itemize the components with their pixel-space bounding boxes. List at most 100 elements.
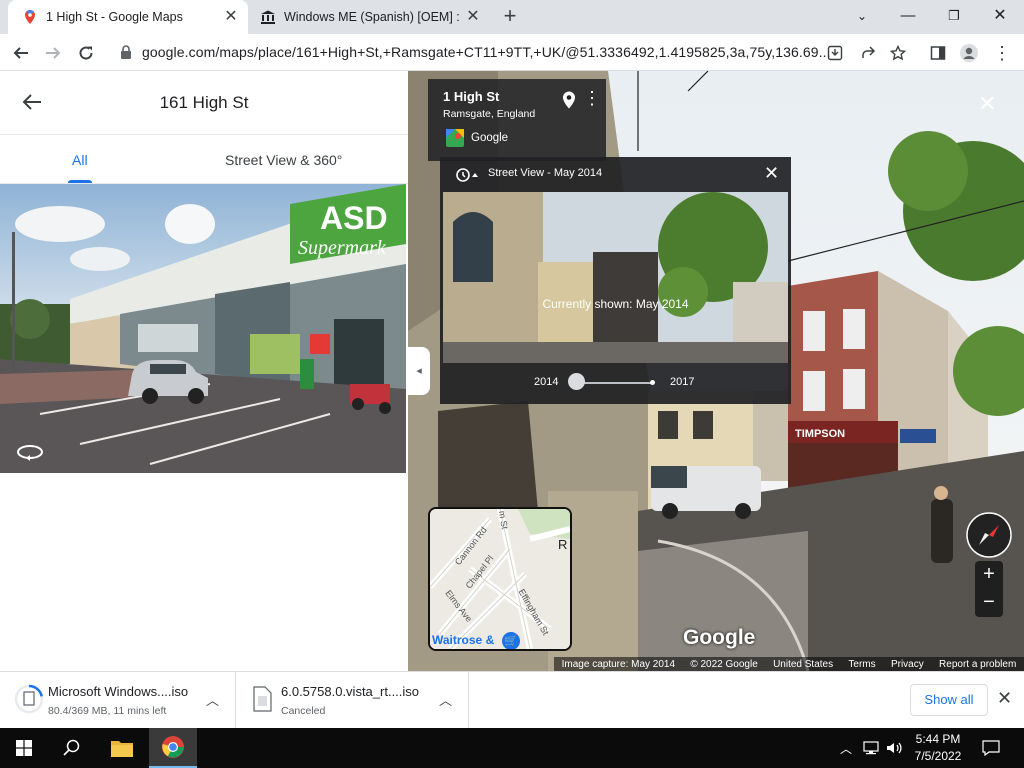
chrome-icon bbox=[162, 736, 184, 758]
terms-link[interactable]: Terms bbox=[848, 659, 875, 670]
region-link[interactable]: United States bbox=[773, 659, 833, 670]
zoom-in-button[interactable]: + bbox=[975, 561, 1003, 589]
place-subtitle: Ramsgate, England bbox=[443, 108, 536, 120]
map-edge-label: R bbox=[558, 537, 568, 552]
tab-strip: 1 High St - Google Maps ✕ Windows ME (Sp… bbox=[0, 0, 1024, 34]
download-filename: Microsoft Windows....iso bbox=[48, 684, 189, 699]
chrome-taskbar-button[interactable] bbox=[149, 728, 197, 768]
year-slider-thumb[interactable] bbox=[568, 373, 585, 390]
year-slider-end-dot[interactable] bbox=[650, 380, 655, 385]
arrow-left-icon bbox=[13, 47, 28, 59]
download-item[interactable]: Microsoft Windows....iso 80.4/369 MB, 11… bbox=[0, 672, 236, 728]
history-clock-icon[interactable] bbox=[454, 167, 482, 183]
tab-all[interactable]: All bbox=[72, 152, 88, 168]
show-all-downloads-button[interactable]: Show all bbox=[910, 684, 988, 716]
taskbar-clock[interactable]: 5:44 PM 7/5/2022 bbox=[902, 731, 974, 765]
windows-logo-icon bbox=[16, 740, 32, 756]
street-view-footer: Image capture: May 2014 © 2022 Google Un… bbox=[554, 657, 1024, 671]
close-tab-icon[interactable]: ✕ bbox=[464, 8, 482, 26]
clock-time: 5:44 PM bbox=[915, 732, 961, 746]
restore-button[interactable]: ❐ bbox=[934, 4, 974, 28]
windows-taskbar: ︿ 5:44 PM 7/5/2022 bbox=[0, 728, 1024, 768]
download-item[interactable]: 6.0.5758.0.vista_rt....iso Canceled ︿ bbox=[237, 672, 469, 728]
tab-street-view-360[interactable]: Street View & 360° bbox=[225, 152, 342, 168]
forward-button[interactable] bbox=[40, 40, 66, 66]
close-time-machine-button[interactable]: ✕ bbox=[764, 163, 779, 184]
mini-map[interactable]: Cannon Rd Chapel Pl Elms Ave Effingham S… bbox=[428, 507, 572, 651]
time-machine-label: Street View - May 2014 bbox=[488, 167, 603, 179]
network-icon[interactable] bbox=[860, 728, 882, 768]
poi-label: Waitrose & bbox=[432, 633, 495, 647]
download-status: Canceled bbox=[281, 705, 326, 717]
show-hidden-icons-chevron-icon[interactable]: ︿ bbox=[836, 728, 856, 768]
currently-shown-label: Currently shown: May 2014 bbox=[542, 297, 689, 311]
collapse-panel-button[interactable]: ◂ bbox=[408, 347, 430, 395]
image-capture-date: Image capture: May 2014 bbox=[561, 658, 676, 670]
tab-title: Windows ME (Spanish) [OEM] : M bbox=[284, 10, 464, 24]
search-button[interactable] bbox=[48, 728, 96, 768]
close-downloads-bar-icon[interactable]: ✕ bbox=[997, 688, 1012, 709]
browser-menu-icon[interactable]: ⋮ bbox=[989, 40, 1015, 66]
compass-icon[interactable] bbox=[965, 511, 1013, 559]
privacy-link[interactable]: Privacy bbox=[891, 659, 924, 670]
reload-icon bbox=[79, 46, 93, 60]
panel-title: 161 High St bbox=[159, 93, 249, 112]
download-status: 80.4/369 MB, 11 mins left bbox=[48, 705, 167, 717]
side-panel-icon bbox=[930, 46, 946, 60]
archive-building-icon bbox=[261, 10, 275, 24]
time-machine-panel: Street View - May 2014 ✕ Currently shown… bbox=[440, 157, 791, 404]
photo-tabs: All Street View & 360° bbox=[0, 134, 408, 184]
svg-text:Supermark: Supermark bbox=[298, 237, 387, 259]
new-tab-button[interactable]: + bbox=[499, 5, 521, 28]
place-panel: 161 High St All Street View & 360° ASD S… bbox=[0, 71, 408, 671]
year-start-label: 2014 bbox=[534, 376, 559, 388]
download-progress-icon bbox=[14, 684, 44, 714]
downloads-bar: Microsoft Windows....iso 80.4/369 MB, 11… bbox=[0, 671, 1024, 728]
report-problem-link[interactable]: Report a problem bbox=[939, 659, 1016, 670]
street-view-photo[interactable]: ASD Supermark bbox=[0, 184, 406, 473]
start-button[interactable] bbox=[0, 728, 48, 768]
asda-sign-text: ASD bbox=[320, 200, 388, 236]
address-bar[interactable]: google.com/maps/place/161+High+St,+Ramsg… bbox=[110, 38, 918, 67]
street-view-place-card: 1 High St Ramsgate, England ⋮ Google bbox=[428, 79, 606, 161]
street-view-pane[interactable]: TIMPSON ✕ 1 High St Ramsgate, England ⋮ bbox=[408, 71, 1024, 671]
clock-date: 7/5/2022 bbox=[914, 749, 962, 763]
notification-icon bbox=[982, 740, 1000, 756]
chevron-up-icon[interactable]: ︿ bbox=[439, 690, 452, 709]
more-options-icon[interactable]: ⋮ bbox=[583, 89, 601, 107]
place-name: 1 High St bbox=[443, 89, 500, 104]
tab-search-chevron-icon[interactable]: ⌄ bbox=[842, 4, 882, 28]
file-explorer-button[interactable] bbox=[98, 728, 146, 768]
download-icon bbox=[827, 45, 843, 61]
browser-tab-maps[interactable]: 1 High St - Google Maps ✕ bbox=[8, 0, 248, 34]
tab-title: 1 High St - Google Maps bbox=[46, 10, 183, 24]
browser-tab-windows-me[interactable]: Windows ME (Spanish) [OEM] : M ✕ bbox=[250, 0, 490, 34]
back-button[interactable] bbox=[8, 40, 34, 66]
star-icon bbox=[890, 45, 906, 61]
chevron-up-icon[interactable]: ︿ bbox=[206, 690, 219, 709]
file-icon bbox=[253, 686, 272, 712]
preview-photo-image bbox=[443, 192, 788, 363]
browser-toolbar: google.com/maps/place/161+High+St,+Ramsg… bbox=[0, 34, 1024, 71]
notifications-button[interactable] bbox=[976, 728, 1006, 768]
folder-icon bbox=[111, 741, 133, 757]
profile-button[interactable] bbox=[956, 40, 982, 66]
year-slider-track[interactable] bbox=[576, 382, 652, 384]
source-label: Google bbox=[471, 132, 509, 144]
close-tab-icon[interactable]: ✕ bbox=[222, 8, 240, 26]
share-button[interactable] bbox=[855, 40, 881, 66]
time-machine-preview bbox=[443, 192, 788, 363]
close-window-button[interactable]: ✕ bbox=[980, 4, 1020, 28]
minimize-button[interactable]: — bbox=[888, 4, 928, 28]
active-tab-indicator bbox=[68, 180, 92, 183]
shop-sign-text: TIMPSON bbox=[795, 428, 845, 440]
reload-button[interactable] bbox=[73, 40, 99, 66]
bookmark-button[interactable] bbox=[885, 40, 911, 66]
map-pin-icon[interactable] bbox=[562, 91, 576, 109]
install-app-button[interactable] bbox=[822, 40, 848, 66]
shopping-cart-icon[interactable]: 🛒 bbox=[502, 632, 520, 649]
zoom-out-button[interactable]: − bbox=[975, 589, 1003, 617]
google-maps-logo-icon bbox=[446, 129, 464, 147]
side-panel-button[interactable] bbox=[925, 40, 951, 66]
close-street-view-button[interactable]: ✕ bbox=[978, 91, 996, 117]
